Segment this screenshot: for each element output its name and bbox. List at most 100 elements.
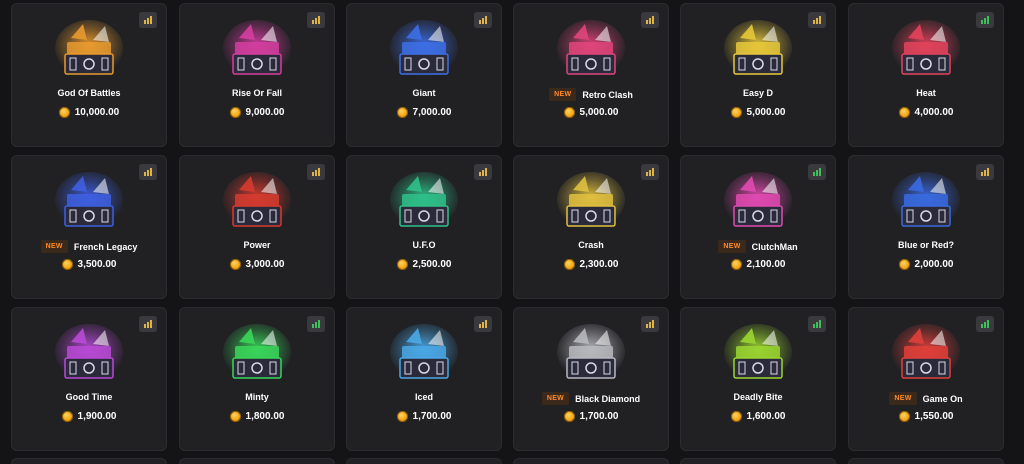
stats-icon[interactable] — [808, 316, 826, 332]
case-card-rise-or-fall[interactable]: Rise Or Fall 9,000.00 — [179, 3, 335, 147]
case-title: Minty — [180, 392, 334, 402]
stats-icon[interactable] — [808, 164, 826, 180]
stats-icon[interactable] — [976, 12, 994, 28]
case-price-value: 2,000.00 — [914, 259, 954, 270]
case-card-god-of-battles[interactable]: God Of Battles 10,000.00 — [11, 3, 167, 147]
case-price-value: 1,700.00 — [412, 411, 452, 422]
case-image — [890, 322, 962, 386]
case-price-value: 1,600.00 — [746, 411, 786, 422]
new-badge: NEW — [541, 392, 570, 405]
case-price-value: 5,000.00 — [746, 107, 786, 118]
case-price: 2,500.00 — [347, 259, 501, 270]
case-card-black-diamond[interactable]: NEW Black Diamond 1,700.00 — [513, 307, 669, 451]
case-card-retro-clash[interactable]: NEW Retro Clash 5,000.00 — [513, 3, 669, 147]
case-card-easy-d[interactable]: Easy D 5,000.00 — [680, 3, 836, 147]
stats-icon[interactable] — [641, 164, 659, 180]
case-image — [890, 170, 962, 234]
case-title: God Of Battles — [12, 88, 166, 98]
stats-icon[interactable] — [474, 316, 492, 332]
case-price: 1,550.00 — [849, 411, 1003, 422]
case-price-value: 3,000.00 — [245, 259, 285, 270]
stats-icon[interactable] — [307, 164, 325, 180]
case-card-deadly-bite[interactable]: Deadly Bite 1,600.00 — [680, 307, 836, 451]
case-price: 2,100.00 — [681, 259, 835, 270]
coin-icon — [61, 259, 73, 270]
case-price: 1,600.00 — [681, 411, 835, 422]
case-price-value: 2,100.00 — [746, 259, 786, 270]
coin-icon — [898, 107, 910, 118]
stats-icon[interactable] — [808, 12, 826, 28]
coin-icon — [730, 259, 742, 270]
case-card-giant[interactable]: Giant 7,000.00 — [346, 3, 502, 147]
case-card-minty[interactable]: Minty 1,800.00 — [179, 307, 335, 451]
case-image — [53, 170, 125, 234]
case-card-clutchman[interactable]: NEW ClutchMan 2,100.00 — [680, 155, 836, 299]
case-name: Rise Or Fall — [231, 88, 283, 98]
case-name: Heat — [916, 88, 936, 98]
case-title: Crash — [514, 240, 668, 250]
case-card-good-time[interactable]: Good Time 1,900.00 — [11, 307, 167, 451]
coin-icon — [229, 259, 241, 270]
stats-icon[interactable] — [139, 12, 157, 28]
case-title: Heat — [849, 88, 1003, 98]
case-name: Giant — [412, 88, 436, 98]
case-title: NEW Black Diamond — [514, 392, 668, 405]
case-title: NEW Retro Clash — [514, 88, 668, 101]
stats-icon[interactable] — [307, 12, 325, 28]
case-price: 10,000.00 — [12, 107, 166, 118]
case-card-game-on[interactable]: NEW Game On 1,550.00 — [848, 307, 1004, 451]
case-image — [53, 18, 125, 82]
case-card-u-f-o[interactable]: U.F.O 2,500.00 — [346, 155, 502, 299]
case-price: 1,700.00 — [347, 411, 501, 422]
case-image — [722, 18, 794, 82]
coin-icon — [229, 411, 241, 422]
case-card-partial[interactable] — [179, 458, 335, 464]
case-title: NEW French Legacy — [12, 240, 166, 253]
stats-icon[interactable] — [474, 12, 492, 28]
case-card-iced[interactable]: Iced 1,700.00 — [346, 307, 502, 451]
case-card-partial[interactable] — [848, 458, 1004, 464]
coin-icon — [730, 411, 742, 422]
case-image — [388, 322, 460, 386]
case-card-partial[interactable] — [680, 458, 836, 464]
case-card-power[interactable]: Power 3,000.00 — [179, 155, 335, 299]
stats-icon[interactable] — [976, 164, 994, 180]
coin-icon — [898, 411, 910, 422]
case-name: Game On — [922, 393, 963, 404]
coin-icon — [396, 411, 408, 422]
case-card-partial[interactable] — [11, 458, 167, 464]
case-grid: God Of Battles 10,000.00 Rise Or Fall 9,… — [0, 0, 1024, 464]
case-image — [221, 322, 293, 386]
case-price-value: 9,000.00 — [245, 107, 285, 118]
case-card-french-legacy[interactable]: NEW French Legacy 3,500.00 — [11, 155, 167, 299]
case-name: Iced — [414, 392, 433, 402]
case-price: 9,000.00 — [180, 107, 334, 118]
case-name: God Of Battles — [57, 88, 121, 98]
case-image — [555, 322, 627, 386]
stats-icon[interactable] — [139, 316, 157, 332]
case-title: Iced — [347, 392, 501, 402]
case-price-value: 7,000.00 — [412, 107, 452, 118]
case-card-crash[interactable]: Crash 2,300.00 — [513, 155, 669, 299]
stats-icon[interactable] — [641, 12, 659, 28]
coin-icon — [898, 259, 910, 270]
stats-icon[interactable] — [474, 164, 492, 180]
stats-icon[interactable] — [307, 316, 325, 332]
case-title: Giant — [347, 88, 501, 98]
case-card-heat[interactable]: Heat 4,000.00 — [848, 3, 1004, 147]
case-price: 1,700.00 — [514, 411, 668, 422]
stats-icon[interactable] — [976, 316, 994, 332]
case-card-partial[interactable] — [513, 458, 669, 464]
stats-icon[interactable] — [139, 164, 157, 180]
case-price: 5,000.00 — [514, 107, 668, 118]
case-price-value: 1,700.00 — [579, 411, 619, 422]
case-card-partial[interactable] — [346, 458, 502, 464]
case-name: Crash — [578, 240, 604, 250]
case-price-value: 1,800.00 — [245, 411, 285, 422]
stats-icon[interactable] — [641, 316, 659, 332]
case-name: Blue or Red? — [897, 240, 954, 250]
case-card-blue-or-red[interactable]: Blue or Red? 2,000.00 — [848, 155, 1004, 299]
case-image — [555, 170, 627, 234]
coin-icon — [396, 259, 408, 270]
case-title: NEW ClutchMan — [681, 240, 835, 253]
